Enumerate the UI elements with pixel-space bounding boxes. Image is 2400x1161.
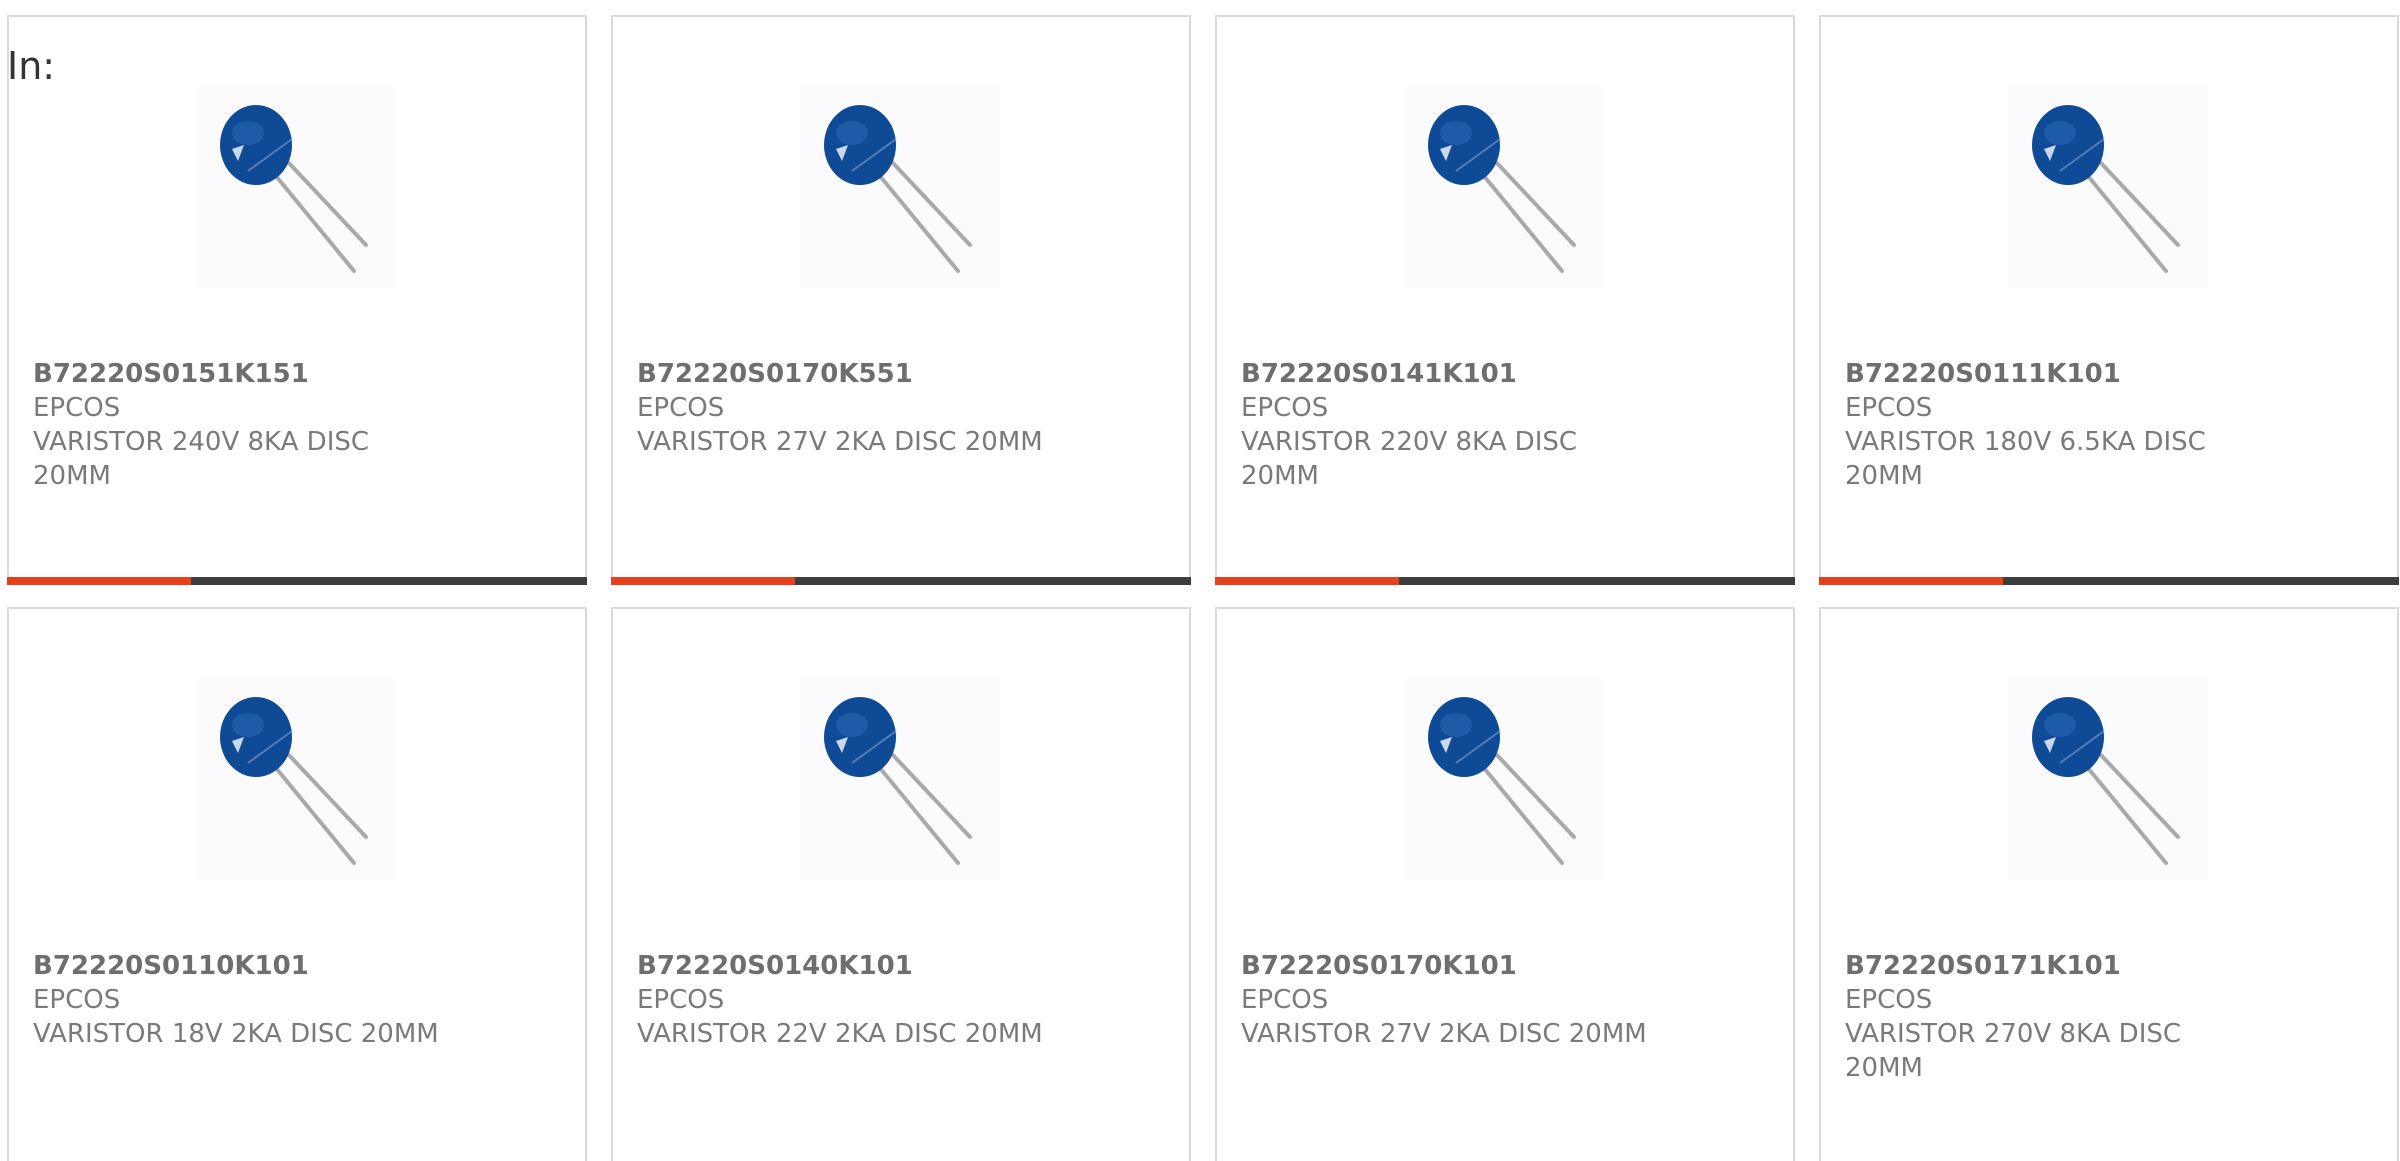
product-info: B72220S0140K101 EPCOS VARISTOR 22V 2KA D… bbox=[637, 949, 1057, 1051]
card-bottom-bar bbox=[611, 577, 1191, 585]
product-info: B72220S0111K101 EPCOS VARISTOR 180V 6.5K… bbox=[1845, 357, 2265, 493]
product-card[interactable]: B72220S0110K101 EPCOS VARISTOR 18V 2KA D… bbox=[7, 607, 587, 1161]
product-card[interactable]: B72220S0111K101 EPCOS VARISTOR 180V 6.5K… bbox=[1819, 15, 2399, 585]
part-number[interactable]: B72220S0171K101 bbox=[1845, 949, 2265, 983]
product-info: B72220S0170K551 EPCOS VARISTOR 27V 2KA D… bbox=[637, 357, 1057, 459]
manufacturer: EPCOS bbox=[1845, 985, 1933, 1015]
disc-varistor-icon[interactable] bbox=[2008, 679, 2208, 879]
manufacturer: EPCOS bbox=[637, 985, 725, 1015]
description: VARISTOR 180V 6.5KA DISC 20MM bbox=[1845, 427, 2206, 491]
description: VARISTOR 22V 2KA DISC 20MM bbox=[637, 1019, 1043, 1049]
disc-varistor-icon[interactable] bbox=[196, 87, 396, 287]
product-card[interactable]: B72220S0170K101 EPCOS VARISTOR 27V 2KA D… bbox=[1215, 607, 1795, 1161]
card-bottom-bar bbox=[1215, 577, 1795, 585]
manufacturer: EPCOS bbox=[1241, 393, 1329, 423]
description: VARISTOR 27V 2KA DISC 20MM bbox=[637, 427, 1043, 457]
manufacturer: EPCOS bbox=[33, 985, 121, 1015]
product-info: B72220S0110K101 EPCOS VARISTOR 18V 2KA D… bbox=[33, 949, 453, 1051]
description: VARISTOR 270V 8KA DISC 20MM bbox=[1845, 1019, 2182, 1083]
product-info: B72220S0141K101 EPCOS VARISTOR 220V 8KA … bbox=[1241, 357, 1661, 493]
in-label: In: bbox=[7, 44, 56, 88]
disc-varistor-icon[interactable] bbox=[1404, 679, 1604, 879]
description: VARISTOR 18V 2KA DISC 20MM bbox=[33, 1019, 439, 1049]
part-number[interactable]: B72220S0110K101 bbox=[33, 949, 453, 983]
product-card[interactable]: B72220S0171K101 EPCOS VARISTOR 270V 8KA … bbox=[1819, 607, 2399, 1161]
product-card[interactable]: B72220S0141K101 EPCOS VARISTOR 220V 8KA … bbox=[1215, 15, 1795, 585]
manufacturer: EPCOS bbox=[33, 393, 121, 423]
product-grid: B72220S0151K151 EPCOS VARISTOR 240V 8KA … bbox=[7, 15, 2399, 1161]
manufacturer: EPCOS bbox=[1241, 985, 1329, 1015]
card-accent-bar bbox=[611, 577, 795, 585]
product-info: B72220S0151K151 EPCOS VARISTOR 240V 8KA … bbox=[33, 357, 453, 493]
part-number[interactable]: B72220S0141K101 bbox=[1241, 357, 1661, 391]
product-listing-page: In: B72220S0151K151 EPCOS VARISTOR 240V … bbox=[0, 0, 2400, 1161]
part-number[interactable]: B72220S0151K151 bbox=[33, 357, 453, 391]
manufacturer: EPCOS bbox=[1845, 393, 1933, 423]
disc-varistor-icon[interactable] bbox=[2008, 87, 2208, 287]
card-accent-bar bbox=[7, 577, 191, 585]
description: VARISTOR 240V 8KA DISC 20MM bbox=[33, 427, 370, 491]
card-bottom-bar bbox=[7, 577, 587, 585]
disc-varistor-icon[interactable] bbox=[1404, 87, 1604, 287]
description: VARISTOR 27V 2KA DISC 20MM bbox=[1241, 1019, 1647, 1049]
card-accent-bar bbox=[1215, 577, 1399, 585]
product-info: B72220S0171K101 EPCOS VARISTOR 270V 8KA … bbox=[1845, 949, 2265, 1085]
product-card[interactable]: B72220S0151K151 EPCOS VARISTOR 240V 8KA … bbox=[7, 15, 587, 585]
disc-varistor-icon[interactable] bbox=[800, 679, 1000, 879]
product-card[interactable]: B72220S0170K551 EPCOS VARISTOR 27V 2KA D… bbox=[611, 15, 1191, 585]
part-number[interactable]: B72220S0170K101 bbox=[1241, 949, 1661, 983]
part-number[interactable]: B72220S0140K101 bbox=[637, 949, 1057, 983]
part-number[interactable]: B72220S0111K101 bbox=[1845, 357, 2265, 391]
product-card[interactable]: B72220S0140K101 EPCOS VARISTOR 22V 2KA D… bbox=[611, 607, 1191, 1161]
description: VARISTOR 220V 8KA DISC 20MM bbox=[1241, 427, 1578, 491]
disc-varistor-icon[interactable] bbox=[800, 87, 1000, 287]
disc-varistor-icon[interactable] bbox=[196, 679, 396, 879]
product-info: B72220S0170K101 EPCOS VARISTOR 27V 2KA D… bbox=[1241, 949, 1661, 1051]
card-bottom-bar bbox=[1819, 577, 2399, 585]
manufacturer: EPCOS bbox=[637, 393, 725, 423]
part-number[interactable]: B72220S0170K551 bbox=[637, 357, 1057, 391]
card-accent-bar bbox=[1819, 577, 2003, 585]
